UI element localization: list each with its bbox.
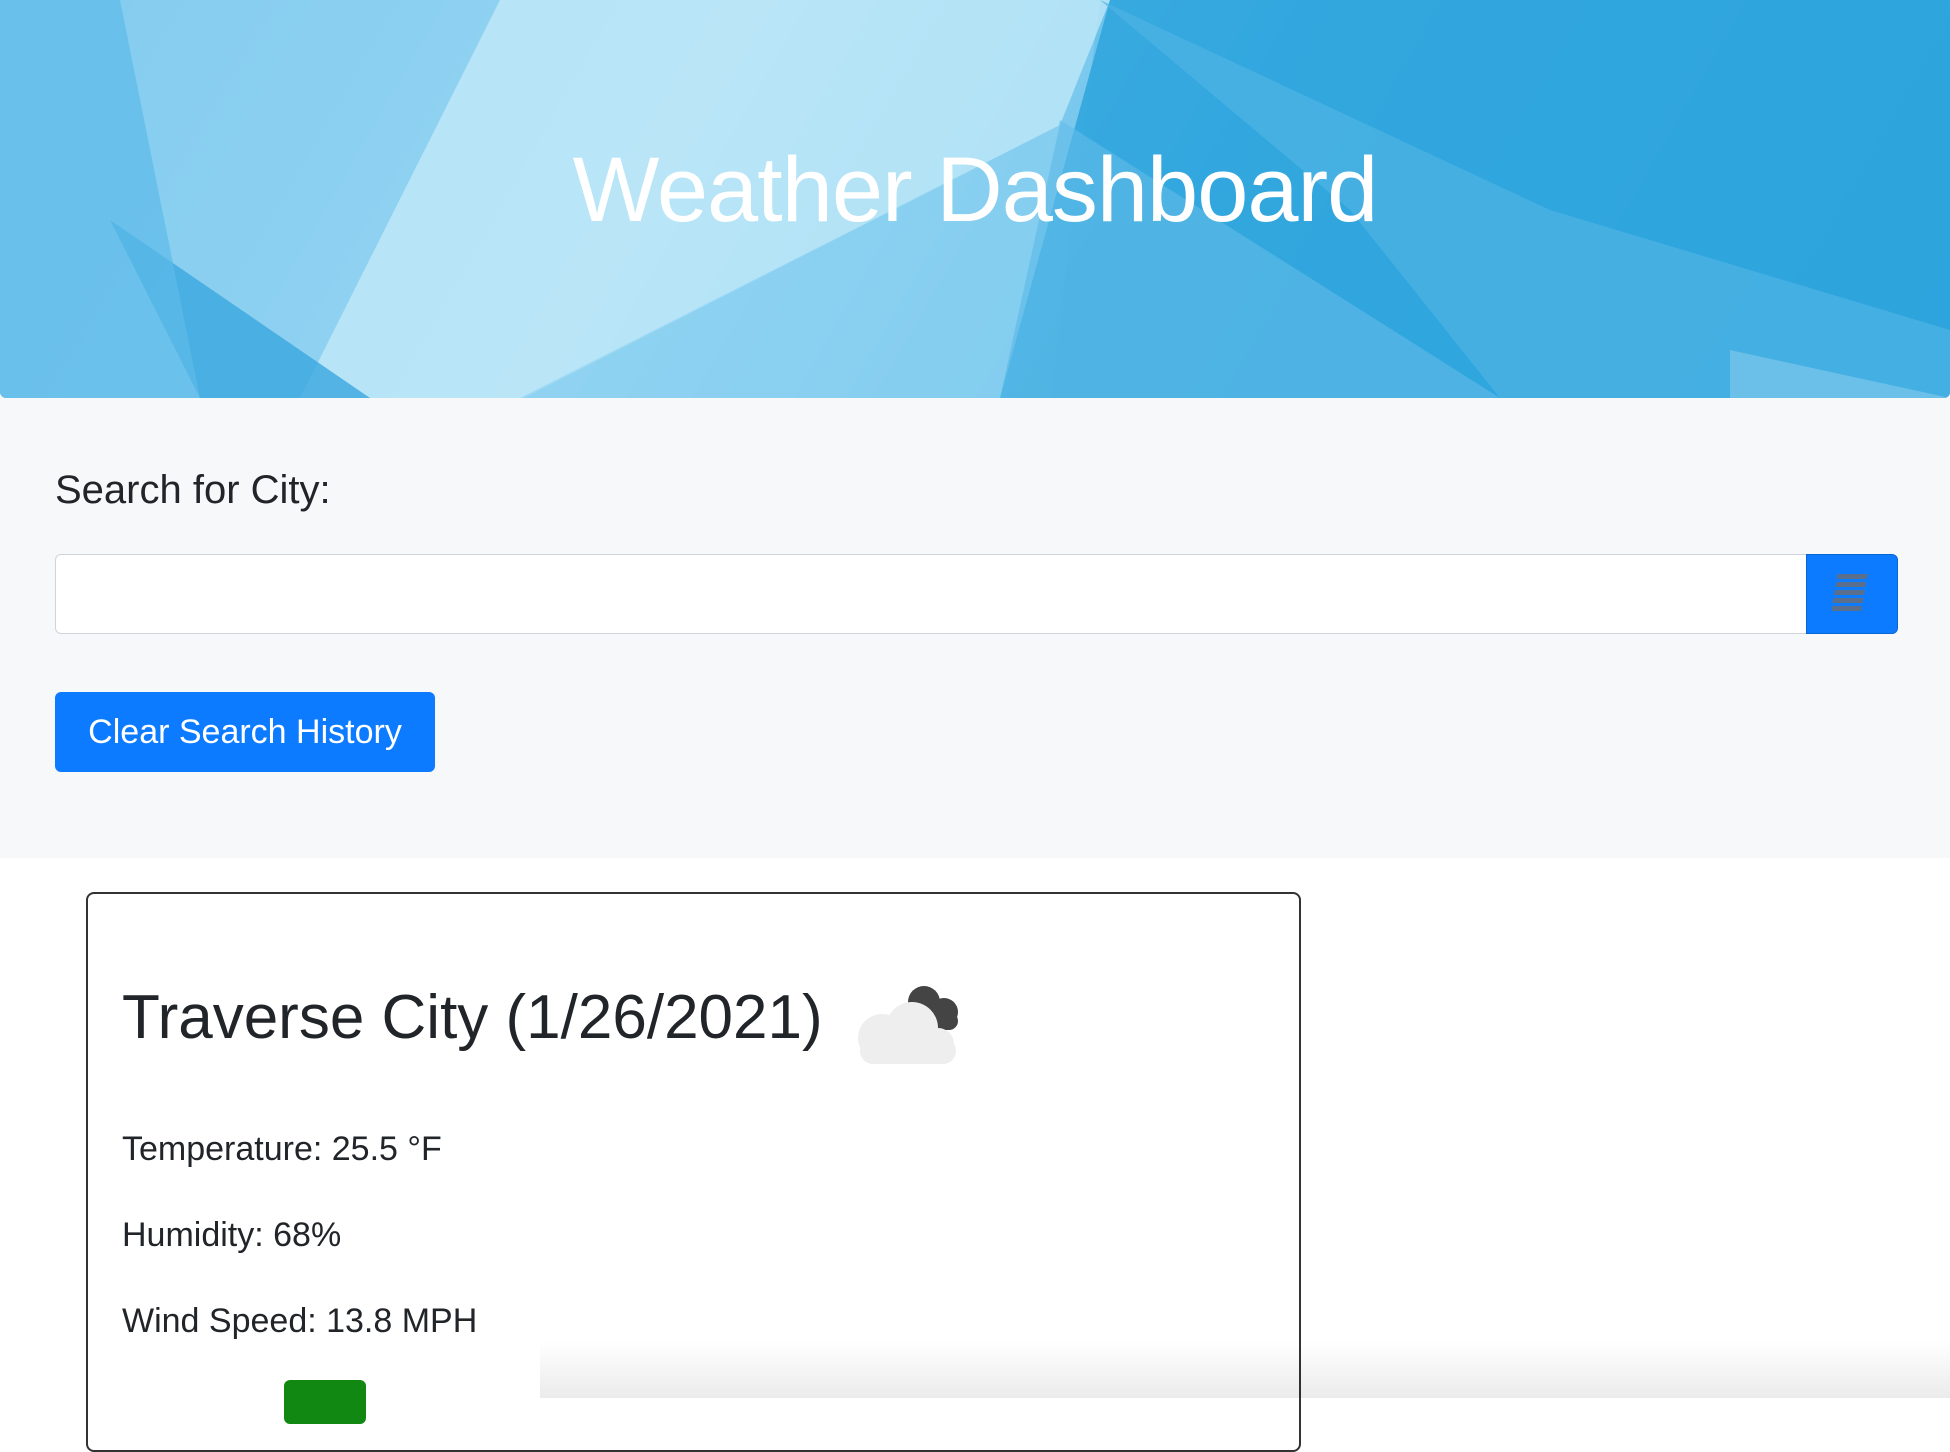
uv-index-badge [284, 1380, 366, 1424]
city-title: Traverse City (1/26/2021) [122, 983, 823, 1052]
search-label: Search for City: [55, 468, 331, 512]
search-button[interactable] [1806, 554, 1898, 634]
search-panel: Search for City: Clear Search History [0, 398, 1950, 858]
temperature-text: Temperature: 25.5 °F [122, 1130, 442, 1168]
header-hero-banner: Weather Dashboard [0, 0, 1950, 398]
wind-speed-text: Wind Speed: 13.8 MPH [122, 1302, 478, 1340]
current-weather-card: Traverse City (1/26/2021) Temperature: 2… [86, 892, 1301, 1452]
broken-clouds-icon [858, 986, 958, 1064]
list-icon [1832, 574, 1868, 611]
city-search-input[interactable] [55, 554, 1807, 634]
clear-search-history-button[interactable]: Clear Search History [55, 692, 435, 772]
humidity-text: Humidity: 68% [122, 1216, 342, 1254]
search-group [55, 554, 1898, 636]
page-title: Weather Dashboard [572, 139, 1379, 241]
